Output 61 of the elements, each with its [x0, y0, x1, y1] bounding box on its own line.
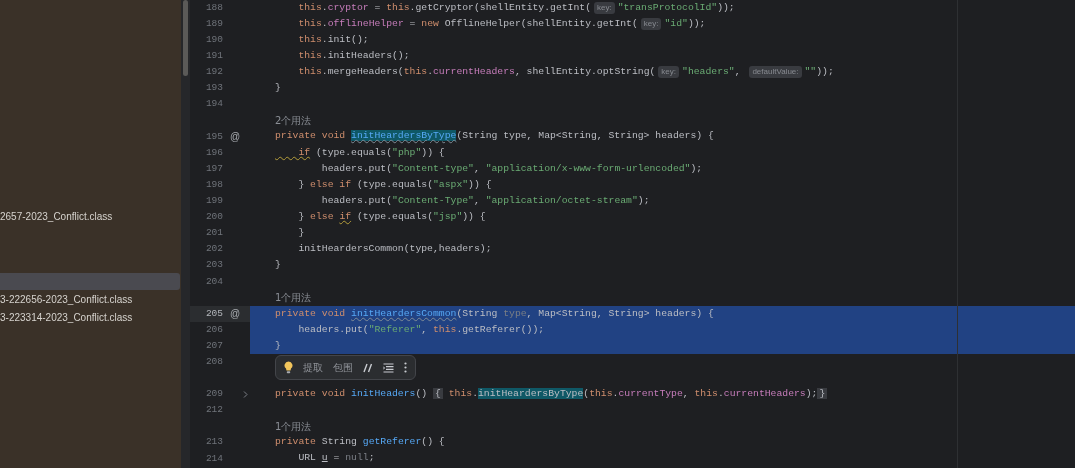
file-item[interactable]: 3-222656-2023_Conflict.class	[0, 291, 181, 309]
line-number: 193	[204, 81, 223, 96]
line-number: 188	[204, 0, 223, 15]
line-number: 192	[204, 65, 223, 80]
line-number: 195	[204, 129, 223, 144]
gutter-marker[interactable]: @	[227, 129, 243, 145]
code-line: } else if (type.equals("aspx")) {	[297, 177, 492, 192]
gutter-marker[interactable]: @	[227, 306, 243, 322]
line-number: 201	[204, 226, 223, 241]
line-number: 197	[204, 161, 223, 176]
code-line: this.init();	[297, 32, 369, 47]
code-line: private void initHeardersCommon(String type, Map<String, String> headers) {	[275, 306, 714, 321]
line-number: 196	[204, 145, 223, 160]
line-number: 199	[204, 194, 223, 209]
code-line: }	[275, 258, 281, 273]
line-number: 209	[204, 387, 223, 402]
code-line: }	[297, 226, 305, 241]
scroll-thumb[interactable]	[183, 0, 188, 76]
lightbulb-icon[interactable]	[284, 361, 293, 374]
line-number: 189	[204, 17, 223, 31]
line-number: 202	[204, 242, 223, 257]
line-number: 200	[204, 210, 223, 225]
usage-hint[interactable]: 1个用法	[275, 419, 312, 434]
code-line: this.offlineHelper = new OfflineHelper(shellEntity.getInt( key: "id"));	[297, 16, 706, 32]
code-line: initHeardersCommon(type,headers);	[297, 242, 492, 257]
code-line: URL u = null;	[297, 451, 375, 466]
code-line: headers.put("Referer", this.getReferer());	[297, 322, 545, 337]
file-item[interactable]: 2657-2023_Conflict.class	[0, 208, 181, 226]
line-number: 214	[204, 451, 223, 466]
usage-hint[interactable]: 1个用法	[275, 290, 312, 306]
line-number: 191	[204, 49, 223, 64]
code-line: this.initHeaders();	[297, 49, 410, 63]
code-line: this.cryptor = this.getCryptor(shellEntity.getInt( key: "transProtocolId"));	[297, 0, 735, 16]
code-line: this.mergeHeaders(this.currentHeaders, shellEntity.optString( key: "headers", defaultValue: ""));	[297, 65, 834, 80]
line-number: 205	[204, 306, 223, 321]
line-number: 212	[204, 403, 223, 418]
toolbar-action[interactable]: 包围	[333, 362, 353, 373]
code-line: }	[275, 338, 281, 353]
toolbar-action[interactable]: 提取	[303, 362, 323, 373]
line-number: 198	[204, 177, 223, 192]
line-number: 203	[204, 258, 223, 273]
code-line: private String getReferer() {	[275, 435, 445, 450]
code-line: private void initHeaders() { this.initHeardersByType(this.currentType, this.currentHeaders); }	[275, 387, 828, 401]
code-line: headers.put("Content-type", "application/x-www-form-urlencoded");	[320, 161, 703, 176]
code-line: headers.put("Content-Type", "application/octet-stream");	[320, 193, 650, 208]
code-line: private void initHeardersByType(String type, Map<String, String> headers) {	[275, 129, 714, 144]
code-line: if (type.equals("php")) {	[297, 145, 445, 160]
file-item[interactable]: 3-223314-2023_Conflict.class	[0, 309, 181, 327]
comment-icon[interactable]	[363, 362, 373, 373]
line-number: 208	[204, 355, 223, 369]
line-number: 194	[204, 97, 223, 112]
line-number: 206	[204, 322, 223, 337]
format-icon[interactable]	[383, 362, 394, 373]
usage-hint[interactable]: 2个用法	[275, 113, 312, 129]
line-number: 190	[204, 33, 223, 48]
line-number: 213	[204, 435, 223, 450]
code-line: } else if (type.equals("jsp")) {	[297, 209, 486, 224]
code-line: }	[275, 81, 281, 96]
line-number: 204	[204, 274, 223, 289]
more-icon[interactable]	[404, 362, 407, 373]
line-number: 207	[204, 338, 223, 353]
